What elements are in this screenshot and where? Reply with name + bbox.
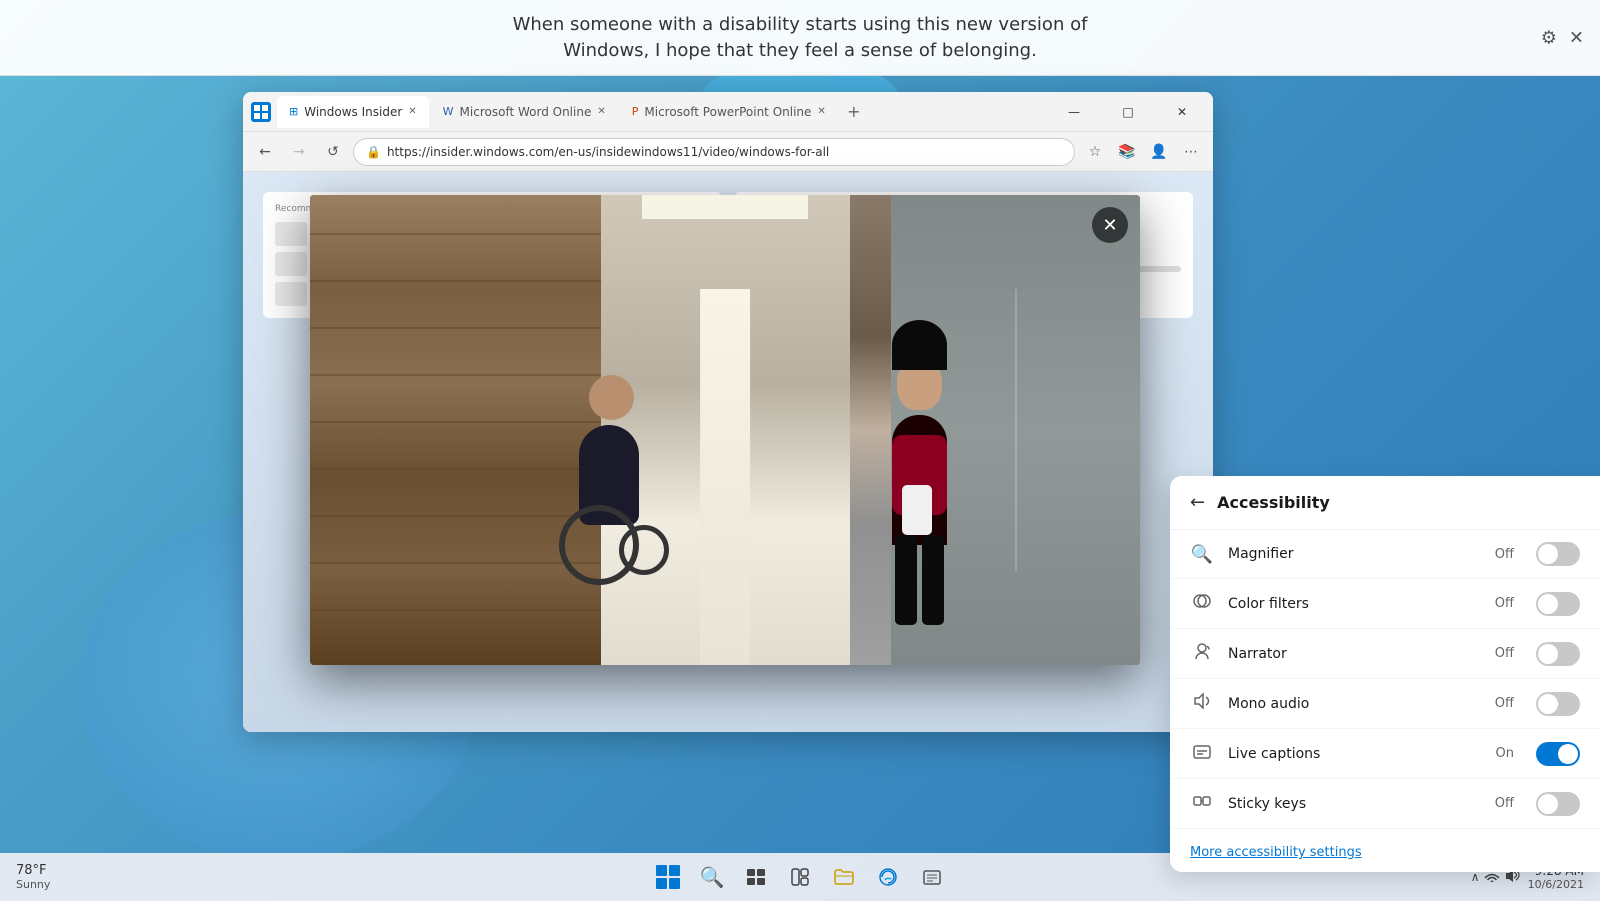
refresh-button[interactable]: ↺ [319, 138, 347, 166]
task-view-button[interactable] [736, 857, 776, 897]
ceiling-lights [642, 195, 808, 219]
weather-description: Sunny [16, 878, 50, 891]
magnifier-status: Off [1495, 547, 1514, 562]
browser-titlebar: ⊞ Windows Insider ✕ W Microsoft Word Onl… [243, 92, 1213, 132]
live-captions-toggle-thumb [1558, 744, 1578, 764]
tab-close-word[interactable]: ✕ [597, 106, 605, 117]
nav-icons: ☆ 📚 👤 ⋯ [1081, 138, 1205, 166]
maximize-button[interactable]: □ [1105, 96, 1151, 128]
video-frame [310, 195, 1140, 665]
start-button[interactable] [648, 857, 688, 897]
profile-icon[interactable]: 👤 [1145, 138, 1173, 166]
browser-favicon [251, 102, 271, 122]
color-filters-label: Color filters [1228, 596, 1481, 612]
mono-audio-status: Off [1495, 696, 1514, 711]
mono-audio-toggle[interactable] [1536, 692, 1580, 716]
address-bar[interactable]: 🔒 https://insider.windows.com/en-us/insi… [353, 138, 1075, 166]
window-controls: — □ ✕ [1051, 96, 1205, 128]
panel-item-live-captions[interactable]: Live captions On [1170, 729, 1600, 779]
magnifier-icon: 🔍 [1190, 544, 1214, 565]
color-filters-status: Off [1495, 596, 1514, 611]
settings-icon[interactable]: ⚙ [1541, 27, 1557, 48]
mono-audio-icon [1190, 691, 1214, 716]
narrator-toggle-thumb [1538, 644, 1558, 664]
mono-audio-toggle-thumb [1538, 694, 1558, 714]
close-button[interactable]: ✕ [1159, 96, 1205, 128]
star-icon[interactable]: ☆ [1081, 138, 1109, 166]
panel-title: Accessibility [1217, 493, 1330, 512]
tab-word-online[interactable]: W Microsoft Word Online ✕ [431, 96, 618, 128]
collections-icon[interactable]: 📚 [1113, 138, 1141, 166]
forward-button[interactable]: → [285, 138, 313, 166]
narrator-icon [1190, 641, 1214, 666]
panel-item-narrator[interactable]: Narrator Off [1170, 629, 1600, 679]
color-filters-icon [1190, 591, 1214, 616]
panel-item-color-filters[interactable]: Color filters Off [1170, 579, 1600, 629]
search-taskbar-button[interactable]: 🔍 [692, 857, 732, 897]
tab-close-windows-insider[interactable]: ✕ [408, 106, 416, 117]
magnifier-label: Magnifier [1228, 546, 1481, 562]
panel-item-sticky-keys[interactable]: Sticky keys Off [1170, 779, 1600, 829]
more-accessibility-settings-link[interactable]: More accessibility settings [1190, 845, 1362, 860]
color-filters-toggle[interactable] [1536, 592, 1580, 616]
top-bar-text: When someone with a disability starts us… [513, 12, 1088, 62]
panel-header: ← Accessibility [1170, 476, 1600, 530]
news-app-button[interactable] [912, 857, 952, 897]
weather-temperature: 78°F [16, 863, 47, 878]
person-wheelchair [559, 405, 669, 605]
sticky-keys-status: Off [1495, 796, 1514, 811]
sticky-keys-toggle-thumb [1538, 794, 1558, 814]
edge-browser-button[interactable] [868, 857, 908, 897]
sticky-keys-icon [1190, 791, 1214, 816]
file-explorer-button[interactable] [824, 857, 864, 897]
person-standing [887, 355, 957, 625]
browser-navbar: ← → ↺ 🔒 https://insider.windows.com/en-u… [243, 132, 1213, 172]
sticky-keys-toggle[interactable] [1536, 792, 1580, 816]
back-button[interactable]: ← [251, 138, 279, 166]
magnifier-toggle-thumb [1538, 544, 1558, 564]
color-filters-toggle-thumb [1538, 594, 1558, 614]
top-notification-bar: When someone with a disability starts us… [0, 0, 1600, 76]
panel-footer: More accessibility settings [1170, 829, 1600, 872]
taskbar-weather: 78°F Sunny [16, 863, 50, 891]
sticky-keys-label: Sticky keys [1228, 796, 1481, 812]
taskbar-icons-center: 🔍 [648, 857, 952, 897]
magnifier-toggle[interactable] [1536, 542, 1580, 566]
live-captions-status: On [1496, 746, 1514, 761]
video-close-button[interactable]: ✕ [1092, 207, 1128, 243]
clock-date: 10/6/2021 [1528, 878, 1584, 891]
mono-audio-label: Mono audio [1228, 696, 1481, 712]
minimize-button[interactable]: — [1051, 96, 1097, 128]
widgets-button[interactable] [780, 857, 820, 897]
chevron-up-icon[interactable]: ∧ [1471, 870, 1480, 884]
tab-powerpoint-online[interactable]: P Microsoft PowerPoint Online ✕ [620, 96, 838, 128]
live-captions-toggle[interactable] [1536, 742, 1580, 766]
live-captions-label: Live captions [1228, 746, 1482, 762]
narrator-label: Narrator [1228, 646, 1481, 662]
video-modal: ✕ [310, 195, 1140, 665]
narrator-status: Off [1495, 646, 1514, 661]
more-icon[interactable]: ⋯ [1177, 138, 1205, 166]
live-captions-icon [1190, 741, 1214, 766]
accessibility-panel: ← Accessibility 🔍 Magnifier Off Color fi… [1170, 476, 1600, 872]
panel-item-mono-audio[interactable]: Mono audio Off [1170, 679, 1600, 729]
top-bar-icons: ⚙ ✕ [1541, 27, 1584, 48]
tab-close-powerpoint[interactable]: ✕ [817, 106, 825, 117]
panel-back-button[interactable]: ← [1190, 492, 1205, 513]
narrator-toggle[interactable] [1536, 642, 1580, 666]
close-icon[interactable]: ✕ [1569, 27, 1584, 48]
panel-item-magnifier[interactable]: 🔍 Magnifier Off [1170, 530, 1600, 579]
tab-add-button[interactable]: + [840, 98, 868, 126]
tab-windows-insider[interactable]: ⊞ Windows Insider ✕ [277, 96, 429, 128]
